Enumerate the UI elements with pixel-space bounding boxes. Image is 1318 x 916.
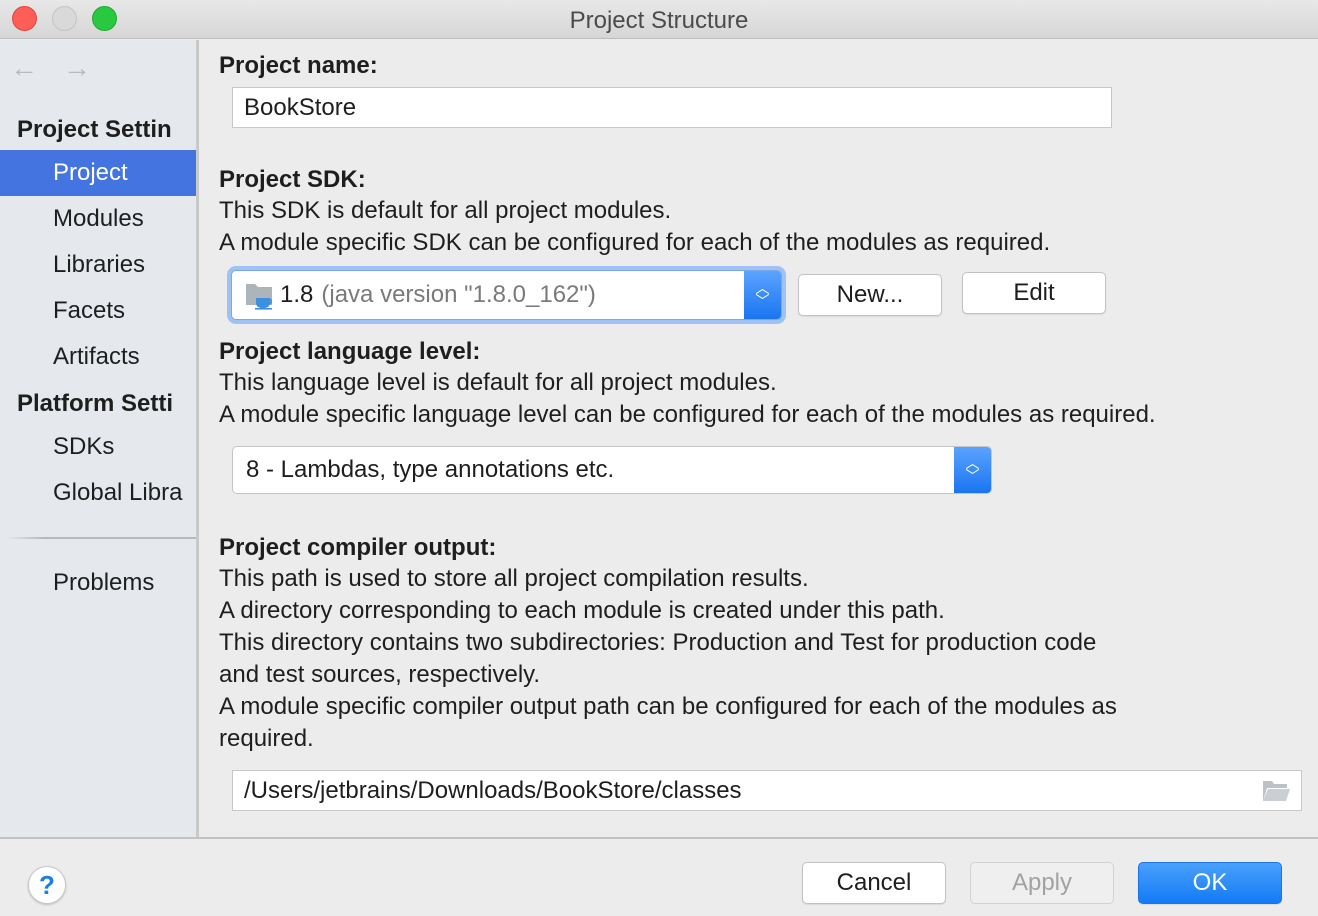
project-name-label: Project name: bbox=[219, 52, 378, 79]
sidebar-item-libraries[interactable]: Libraries bbox=[0, 242, 196, 288]
sidebar-item-global-libraries[interactable]: Global Libra bbox=[0, 470, 196, 516]
back-arrow-icon[interactable]: ← bbox=[10, 52, 38, 84]
compiler-output-desc-6: required. bbox=[219, 725, 314, 752]
forward-arrow-icon[interactable]: → bbox=[63, 52, 91, 84]
project-sdk-desc-2: A module specific SDK can be configured … bbox=[219, 229, 1051, 256]
project-sdk-select[interactable]: 1.8 (java version "1.8.0_162") ︿ ﹀ bbox=[231, 270, 782, 320]
edit-sdk-button[interactable]: Edit bbox=[962, 272, 1106, 314]
apply-button[interactable]: Apply bbox=[970, 862, 1114, 904]
platform-settings-heading: Platform Setti bbox=[17, 390, 174, 417]
new-sdk-button[interactable]: New... bbox=[798, 274, 942, 316]
sidebar-item-modules[interactable]: Modules bbox=[0, 196, 196, 242]
project-name-input[interactable]: BookStore bbox=[232, 87, 1112, 128]
window-title: Project Structure bbox=[569, 7, 749, 34]
jdk-folder-icon bbox=[244, 280, 276, 310]
project-settings-panel: Project name: BookStore Project SDK: Thi… bbox=[199, 40, 1318, 837]
sidebar: ← → Project Settin Project Modules Libra… bbox=[0, 40, 196, 837]
language-level-label: Project language level: bbox=[219, 338, 481, 365]
compiler-output-path-value: /Users/jetbrains/Downloads/BookStore/cla… bbox=[244, 776, 742, 804]
project-sdk-label: Project SDK: bbox=[219, 166, 366, 193]
language-level-desc-1: This language level is default for all p… bbox=[219, 369, 777, 396]
language-level-desc-2: A module specific language level can be … bbox=[219, 401, 1156, 428]
compiler-output-desc-4: and test sources, respectively. bbox=[219, 661, 541, 688]
help-button[interactable]: ? bbox=[28, 866, 66, 904]
sidebar-separator bbox=[6, 537, 196, 539]
sdk-version: 1.8 bbox=[280, 281, 314, 308]
sidebar-item-sdks[interactable]: SDKs bbox=[0, 424, 196, 470]
browse-folder-icon[interactable] bbox=[1261, 779, 1291, 810]
compiler-output-desc-5: A module specific compiler output path c… bbox=[219, 693, 1117, 720]
compiler-output-desc-3: This directory contains two subdirectori… bbox=[219, 629, 1097, 656]
compiler-output-desc-2: A directory corresponding to each module… bbox=[219, 597, 945, 624]
sidebar-item-project[interactable]: Project bbox=[0, 150, 196, 196]
sidebar-item-facets[interactable]: Facets bbox=[0, 288, 196, 334]
project-sdk-desc-1: This SDK is default for all project modu… bbox=[219, 197, 672, 224]
sidebar-item-problems[interactable]: Problems bbox=[0, 560, 196, 606]
ok-button[interactable]: OK bbox=[1138, 862, 1282, 904]
compiler-output-desc-1: This path is used to store all project c… bbox=[219, 565, 809, 592]
sdk-version-detail: (java version "1.8.0_162") bbox=[321, 281, 596, 308]
compiler-output-path-input[interactable]: /Users/jetbrains/Downloads/BookStore/cla… bbox=[232, 770, 1302, 811]
chevron-up-down-icon: ︿ ﹀ bbox=[744, 271, 781, 319]
compiler-output-label: Project compiler output: bbox=[219, 534, 497, 561]
title-bar: Project Structure bbox=[0, 0, 1318, 39]
language-level-value: 8 - Lambdas, type annotations etc. bbox=[246, 456, 615, 483]
chevron-up-down-icon: ︿ ﹀ bbox=[954, 447, 991, 493]
project-name-value: BookStore bbox=[244, 93, 357, 121]
footer-separator bbox=[0, 837, 1318, 839]
project-settings-heading: Project Settin bbox=[17, 116, 172, 143]
cancel-button[interactable]: Cancel bbox=[802, 862, 946, 904]
language-level-select[interactable]: 8 - Lambdas, type annotations etc. ︿ ﹀ bbox=[232, 446, 992, 494]
sidebar-item-artifacts[interactable]: Artifacts bbox=[0, 334, 196, 380]
